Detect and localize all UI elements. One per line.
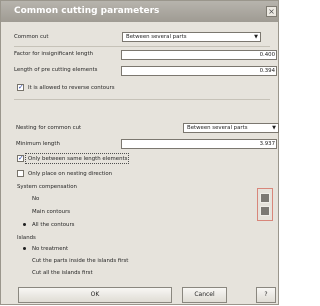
radio-label: Cut all the islands first: [32, 270, 93, 276]
row-divider: [14, 46, 270, 47]
arrow-button-group: [257, 188, 273, 221]
common-cut-select[interactable]: Between several parts ▼: [122, 32, 261, 42]
radio-label: No: [32, 196, 40, 202]
reverse-contours-checkbox[interactable]: ✓: [17, 84, 24, 91]
close-button[interactable]: ×: [266, 6, 277, 17]
ok-button[interactable]: OK: [18, 287, 172, 303]
same-length-elements-checkbox[interactable]: ✓: [17, 155, 24, 162]
length-precutting-field[interactable]: 0.394: [121, 66, 277, 76]
help-button[interactable]: ?: [256, 287, 276, 303]
dialog-title-bar[interactable]: Common cutting parameters ×: [1, 1, 278, 22]
chevron-down-icon: ▼: [272, 125, 276, 131]
nesting-common-cut-value: Between several parts: [187, 125, 248, 131]
factor-insignificant-length-field[interactable]: 0.400: [121, 50, 277, 60]
section-divider: [14, 99, 270, 100]
close-icon: ×: [268, 7, 275, 16]
down-arrow-button[interactable]: [260, 206, 270, 216]
radio-label: Cut the parts inside the islands first: [32, 258, 129, 264]
system-compensation-label: System compensation: [17, 184, 77, 190]
radio-label: All the contours: [32, 222, 75, 228]
common-cut-label: Common cut: [14, 34, 49, 40]
reverse-contours-label: It is allowed to reverse contours: [28, 85, 115, 91]
chevron-down-icon: ▼: [254, 34, 258, 40]
minimum-length-field[interactable]: 3.937: [121, 139, 277, 149]
radio-label: Main contours: [32, 209, 71, 215]
up-arrow-button[interactable]: [260, 193, 270, 203]
radio-selected-dot: [23, 223, 26, 226]
nesting-common-cut-label: Nesting for common cut: [16, 125, 82, 131]
help-icon: ?: [264, 291, 268, 298]
radio-selected-dot: [23, 247, 26, 250]
checkmark-icon: ✓: [18, 84, 24, 91]
radio-label: No treatment: [32, 246, 69, 252]
factor-insignificant-length-label: Factor for insignificant length: [14, 51, 93, 57]
nesting-common-cut-select[interactable]: Between several parts ▼: [183, 123, 279, 133]
nesting-direction-checkbox[interactable]: [17, 170, 24, 177]
common-cutting-parameters-dialog: Common cutting parameters × Common cut B…: [0, 0, 279, 305]
minimum-length-label: Minimum length: [16, 141, 60, 147]
cancel-button[interactable]: Cancel: [182, 287, 227, 303]
length-precutting-label: Length of pre cutting elements: [14, 67, 98, 73]
same-length-elements-label: Only between same length elements: [28, 156, 128, 162]
common-cut-value: Between several parts: [126, 34, 187, 40]
islands-label: Islands: [17, 235, 36, 241]
nesting-direction-label: Only place on nesting direction: [28, 171, 113, 177]
checkmark-icon: ✓: [18, 155, 24, 162]
dialog-title: Common cutting parameters: [14, 6, 160, 16]
